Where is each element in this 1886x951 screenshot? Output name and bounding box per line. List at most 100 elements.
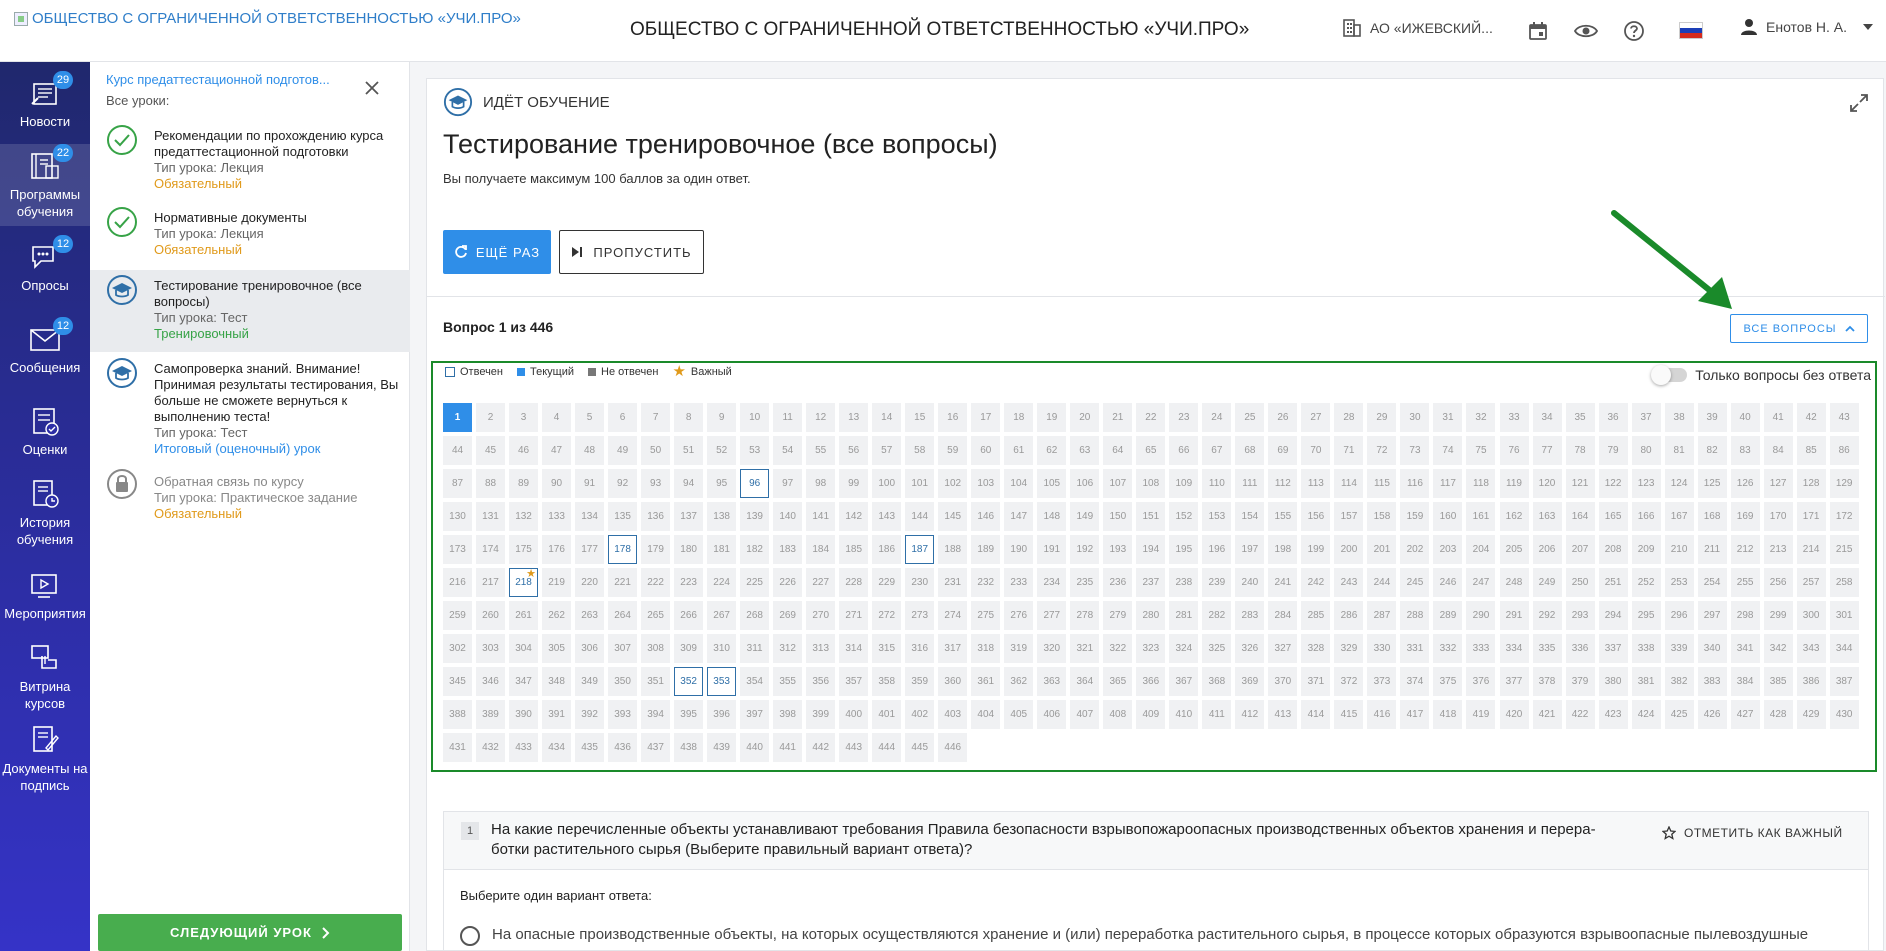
question-cell-8[interactable]: 8: [674, 403, 704, 432]
question-cell-79[interactable]: 79: [1598, 436, 1628, 465]
question-cell-301[interactable]: 301: [1829, 601, 1859, 630]
question-cell-436[interactable]: 436: [608, 733, 638, 762]
question-cell-318[interactable]: 318: [971, 634, 1001, 663]
question-cell-222[interactable]: 222: [641, 568, 671, 597]
question-cell-103[interactable]: 103: [971, 469, 1001, 498]
question-cell-88[interactable]: 88: [476, 469, 506, 498]
question-cell-291[interactable]: 291: [1499, 601, 1529, 630]
question-cell-37[interactable]: 37: [1631, 403, 1661, 432]
question-cell-414[interactable]: 414: [1301, 700, 1331, 729]
question-cell-433[interactable]: 433: [509, 733, 539, 762]
question-cell-242[interactable]: 242: [1301, 568, 1331, 597]
question-cell-257[interactable]: 257: [1796, 568, 1826, 597]
question-cell-259[interactable]: 259: [443, 601, 472, 630]
question-cell-110[interactable]: 110: [1202, 469, 1232, 498]
question-cell-337[interactable]: 337: [1598, 634, 1628, 663]
question-cell-204[interactable]: 204: [1466, 535, 1496, 564]
question-cell-299[interactable]: 299: [1763, 601, 1793, 630]
question-cell-266[interactable]: 266: [674, 601, 704, 630]
question-cell-208[interactable]: 208: [1598, 535, 1628, 564]
question-cell-85[interactable]: 85: [1796, 436, 1826, 465]
question-cell-372[interactable]: 372: [1334, 667, 1364, 696]
question-cell-369[interactable]: 369: [1235, 667, 1265, 696]
question-cell-250[interactable]: 250: [1565, 568, 1595, 597]
question-cell-94[interactable]: 94: [674, 469, 704, 498]
question-cell-333[interactable]: 333: [1466, 634, 1496, 663]
question-cell-17[interactable]: 17: [971, 403, 1001, 432]
question-cell-70[interactable]: 70: [1301, 436, 1331, 465]
question-cell-58[interactable]: 58: [905, 436, 935, 465]
question-cell-389[interactable]: 389: [476, 700, 506, 729]
question-cell-348[interactable]: 348: [542, 667, 572, 696]
question-cell-197[interactable]: 197: [1235, 535, 1265, 564]
question-cell-255[interactable]: 255: [1730, 568, 1760, 597]
question-cell-216[interactable]: 216: [443, 568, 472, 597]
question-cell-76[interactable]: 76: [1499, 436, 1529, 465]
question-cell-47[interactable]: 47: [542, 436, 572, 465]
question-cell-190[interactable]: 190: [1004, 535, 1034, 564]
question-cell-150[interactable]: 150: [1103, 502, 1133, 531]
question-cell-230[interactable]: 230: [905, 568, 935, 597]
question-cell-324[interactable]: 324: [1169, 634, 1199, 663]
question-cell-376[interactable]: 376: [1466, 667, 1496, 696]
question-cell-164[interactable]: 164: [1565, 502, 1595, 531]
question-cell-320[interactable]: 320: [1037, 634, 1067, 663]
question-cell-284[interactable]: 284: [1268, 601, 1298, 630]
question-cell-393[interactable]: 393: [608, 700, 638, 729]
question-cell-26[interactable]: 26: [1268, 403, 1298, 432]
question-cell-95[interactable]: 95: [707, 469, 737, 498]
question-cell-106[interactable]: 106: [1070, 469, 1100, 498]
question-cell-186[interactable]: 186: [872, 535, 902, 564]
question-cell-434[interactable]: 434: [542, 733, 572, 762]
question-cell-296[interactable]: 296: [1664, 601, 1694, 630]
question-cell-158[interactable]: 158: [1367, 502, 1397, 531]
question-cell-29[interactable]: 29: [1367, 403, 1397, 432]
question-cell-275[interactable]: 275: [971, 601, 1001, 630]
question-cell-360[interactable]: 360: [938, 667, 968, 696]
question-cell-279[interactable]: 279: [1103, 601, 1133, 630]
question-cell-411[interactable]: 411: [1202, 700, 1232, 729]
question-cell-353[interactable]: 353: [707, 667, 737, 696]
question-cell-339[interactable]: 339: [1664, 634, 1694, 663]
question-cell-107[interactable]: 107: [1103, 469, 1133, 498]
question-cell-327[interactable]: 327: [1268, 634, 1298, 663]
question-cell-288[interactable]: 288: [1400, 601, 1430, 630]
question-cell-234[interactable]: 234: [1037, 568, 1067, 597]
question-cell-165[interactable]: 165: [1598, 502, 1628, 531]
question-cell-441[interactable]: 441: [773, 733, 803, 762]
question-cell-64[interactable]: 64: [1103, 436, 1133, 465]
retry-button[interactable]: ЕЩЁ РАЗ: [443, 230, 551, 274]
question-cell-23[interactable]: 23: [1169, 403, 1199, 432]
question-cell-53[interactable]: 53: [740, 436, 770, 465]
question-cell-124[interactable]: 124: [1664, 469, 1694, 498]
question-cell-81[interactable]: 81: [1664, 436, 1694, 465]
question-cell-416[interactable]: 416: [1367, 700, 1397, 729]
all-questions-button[interactable]: ВСЕ ВОПРОСЫ: [1730, 314, 1868, 343]
question-cell-357[interactable]: 357: [839, 667, 869, 696]
question-cell-44[interactable]: 44: [443, 436, 472, 465]
question-cell-212[interactable]: 212: [1730, 535, 1760, 564]
question-cell-98[interactable]: 98: [806, 469, 836, 498]
question-cell-231[interactable]: 231: [938, 568, 968, 597]
question-cell-431[interactable]: 431: [443, 733, 472, 762]
question-cell-159[interactable]: 159: [1400, 502, 1430, 531]
question-cell-128[interactable]: 128: [1796, 469, 1826, 498]
nav-item-surveys[interactable]: 12 Опросы: [0, 226, 90, 308]
question-cell-167[interactable]: 167: [1664, 502, 1694, 531]
mark-important-button[interactable]: ОТМЕТИТЬ КАК ВАЖНЫЙ: [1662, 826, 1843, 840]
question-cell-101[interactable]: 101: [905, 469, 935, 498]
question-cell-36[interactable]: 36: [1598, 403, 1628, 432]
question-cell-144[interactable]: 144: [905, 502, 935, 531]
question-cell-422[interactable]: 422: [1565, 700, 1595, 729]
question-cell-256[interactable]: 256: [1763, 568, 1793, 597]
question-cell-62[interactable]: 62: [1037, 436, 1067, 465]
question-cell-417[interactable]: 417: [1400, 700, 1430, 729]
question-cell-429[interactable]: 429: [1796, 700, 1826, 729]
question-cell-102[interactable]: 102: [938, 469, 968, 498]
question-cell-82[interactable]: 82: [1697, 436, 1727, 465]
question-cell-189[interactable]: 189: [971, 535, 1001, 564]
question-cell-207[interactable]: 207: [1565, 535, 1595, 564]
question-cell-152[interactable]: 152: [1169, 502, 1199, 531]
question-cell-161[interactable]: 161: [1466, 502, 1496, 531]
question-cell-272[interactable]: 272: [872, 601, 902, 630]
